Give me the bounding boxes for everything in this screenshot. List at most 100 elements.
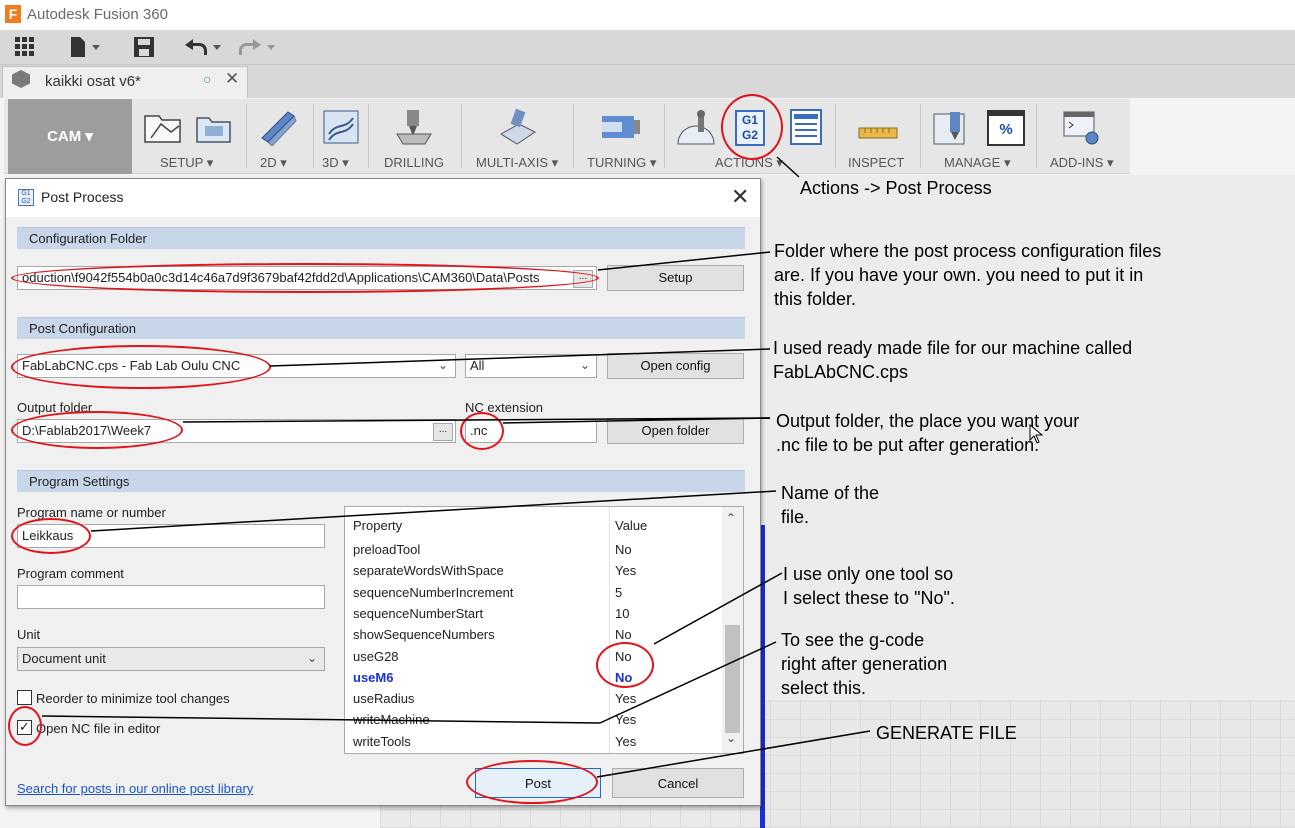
annotation-oval: [11, 411, 183, 449]
scroll-up-icon[interactable]: ⌃: [726, 511, 736, 525]
setup-button[interactable]: Setup: [607, 265, 744, 291]
property-value[interactable]: 10: [615, 606, 629, 621]
reorder-label: Reorder to minimize tool changes: [36, 691, 230, 706]
online-post-library-link[interactable]: Search for posts in our online post libr…: [17, 781, 253, 796]
unit-label: Unit: [17, 627, 41, 642]
reorder-checkbox[interactable]: [17, 690, 32, 705]
property-value[interactable]: Yes: [615, 712, 636, 727]
property-value[interactable]: No: [615, 542, 632, 557]
redo-icon[interactable]: [237, 36, 279, 58]
setup-sheet-icon[interactable]: [788, 108, 826, 146]
property-row[interactable]: writeTools Yes: [345, 731, 723, 752]
cancel-button[interactable]: Cancel: [612, 768, 744, 798]
simulate-icon[interactable]: [676, 108, 715, 146]
annotation-oval: [11, 263, 599, 293]
toolbar-separator: [573, 104, 574, 168]
open-nc-label: Open NC file in editor: [36, 721, 161, 736]
drilling-icon[interactable]: [393, 108, 432, 146]
turning-group-label[interactable]: TURNING ▾: [587, 155, 656, 171]
annotation-oval: [596, 642, 654, 688]
dialog-close-icon[interactable]: ✕: [731, 184, 749, 210]
annotation-oval: [11, 518, 91, 554]
property-column-header: Property: [353, 518, 403, 533]
3d-group-label[interactable]: 3D ▾: [322, 155, 349, 171]
property-value[interactable]: Yes: [615, 563, 636, 578]
property-name: writeMachine: [353, 712, 430, 728]
setup-folder-icon[interactable]: [195, 108, 233, 146]
title-bar: [0, 0, 1295, 30]
property-row[interactable]: showSequenceNumbers No: [345, 624, 723, 645]
document-tab-name: kaikki osat v6*: [45, 73, 141, 90]
property-row[interactable]: sequenceNumberStart 10: [345, 603, 723, 624]
2d-toolpath-icon[interactable]: [258, 108, 297, 147]
configuration-folder-header: Configuration Folder: [17, 227, 745, 249]
file-menu-icon[interactable]: [68, 36, 104, 58]
app-title: Autodesk Fusion 360: [27, 6, 168, 23]
scrollbar-thumb[interactable]: [725, 625, 740, 733]
undo-icon[interactable]: [183, 36, 225, 58]
manage-group-label[interactable]: MANAGE ▾: [944, 155, 1010, 171]
toolbar-separator: [368, 104, 369, 168]
unit-select[interactable]: Document unit: [17, 647, 325, 671]
property-row[interactable]: sequenceNumberIncrement 5: [345, 582, 723, 603]
annotation-oval: [721, 94, 783, 160]
property-value[interactable]: 5: [615, 585, 622, 600]
property-name: writeTools: [353, 733, 411, 749]
post-filter-select[interactable]: All: [465, 354, 597, 378]
open-config-button[interactable]: Open config: [607, 353, 744, 379]
setup-group-label[interactable]: SETUP ▾: [160, 155, 213, 171]
output-folder-browse-button[interactable]: ...: [433, 423, 453, 441]
property-row[interactable]: useG28 No: [345, 646, 723, 667]
new-setup-icon[interactable]: [143, 108, 181, 146]
column-divider: [609, 507, 610, 753]
multi-axis-icon[interactable]: [497, 108, 536, 146]
3d-toolpath-icon[interactable]: [321, 108, 359, 146]
property-row[interactable]: useRadius Yes: [345, 688, 723, 709]
chevron-down-icon[interactable]: ⌄: [307, 651, 317, 665]
add-ins-group-label[interactable]: ADD-INS ▾: [1050, 155, 1114, 171]
drilling-group-label[interactable]: DRILLING: [384, 155, 444, 170]
toolbar-separator: [246, 104, 247, 168]
property-value[interactable]: Yes: [615, 734, 636, 749]
open-folder-button[interactable]: Open folder: [607, 418, 744, 444]
annotation-oval: [466, 760, 598, 804]
property-row[interactable]: useM6 No: [345, 667, 723, 688]
chevron-down-icon[interactable]: ⌄: [580, 358, 590, 372]
post-process-dialog-icon: G1 G2: [18, 189, 34, 206]
annotation-tool: I use only one tool so I select these to …: [783, 564, 955, 608]
measure-ruler-icon[interactable]: [857, 108, 898, 146]
save-icon[interactable]: [133, 36, 155, 58]
property-name: useM6: [353, 669, 394, 685]
program-comment-input[interactable]: [17, 585, 325, 609]
turning-icon[interactable]: [600, 108, 640, 146]
property-value[interactable]: Yes: [615, 691, 636, 706]
property-name: separateWordsWithSpace: [353, 563, 504, 579]
machine-library-percent-icon[interactable]: %: [987, 110, 1025, 146]
program-settings-header: Program Settings: [17, 470, 745, 492]
close-tab-icon[interactable]: ✕: [225, 69, 239, 89]
inspect-group-label[interactable]: INSPECT: [848, 155, 904, 170]
property-value[interactable]: No: [615, 627, 632, 642]
tool-library-icon[interactable]: [932, 108, 970, 146]
annotation-oval: [460, 412, 504, 450]
property-row[interactable]: preloadTool No: [345, 539, 723, 560]
property-name: sequenceNumberIncrement: [353, 584, 514, 600]
chevron-down-icon[interactable]: ⌄: [438, 358, 448, 372]
add-ins-scripts-icon[interactable]: [1062, 108, 1100, 146]
property-row[interactable]: separateWordsWithSpace Yes: [345, 560, 723, 581]
2d-group-label[interactable]: 2D ▾: [260, 155, 287, 171]
annotation-folder: Folder where the post process configurat…: [774, 241, 1162, 309]
property-row[interactable]: writeMachine Yes: [345, 709, 723, 730]
annotation-config: I used ready made file for our machine c…: [773, 338, 1133, 382]
property-grid: Property Value preloadTool No separateWord…: [344, 506, 744, 754]
dialog-title: Post Process: [41, 189, 124, 205]
toolbar-separator: [920, 104, 921, 168]
annotation-gcode: To see the g-code right after generation s…: [781, 630, 948, 698]
property-name: useG28: [353, 648, 399, 664]
grid-menu-icon[interactable]: [14, 36, 36, 58]
unit-value: Document unit: [22, 651, 106, 666]
workspace-switcher-button[interactable]: CAM ▾: [8, 99, 132, 174]
scroll-down-icon[interactable]: ⌄: [726, 731, 736, 745]
multi-axis-group-label[interactable]: MULTI-AXIS ▾: [476, 155, 558, 171]
mouse-cursor-icon: [1029, 423, 1044, 449]
